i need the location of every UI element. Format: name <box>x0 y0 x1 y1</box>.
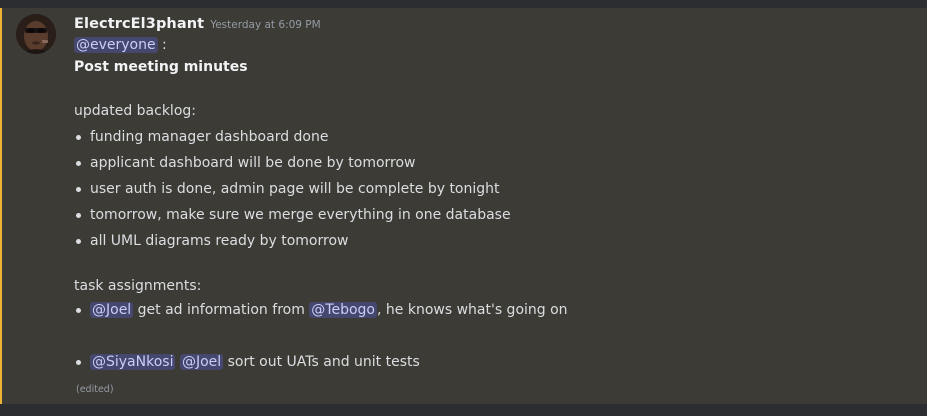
avatar-image <box>16 14 56 54</box>
message-content: ElectrcEl3phant Yesterday at 6:09 PM @eve… <box>74 12 914 401</box>
list-item: funding manager dashboard done <box>74 124 914 150</box>
task-text: sort out UATs and unit tests <box>223 354 420 370</box>
mention-joel[interactable]: @Joel <box>90 302 134 318</box>
message-highlighted[interactable]: ElectrcEl3phant Yesterday at 6:09 PM @eve… <box>0 8 927 404</box>
message-timestamp[interactable]: Yesterday at 6:09 PM <box>210 19 321 31</box>
mention-tebogo[interactable]: @Tebogo <box>309 302 377 318</box>
mention-siyankosi[interactable]: @SiyaNkosi <box>90 354 176 370</box>
list-item-task-2: @SiyaNkosi @Joel sort out UATs and unit … <box>74 349 914 375</box>
list-item: applicant dashboard will be done by tomo… <box>74 150 914 176</box>
message-header: ElectrcEl3phant Yesterday at 6:09 PM <box>74 12 914 34</box>
backlog-list: funding manager dashboard done applicant… <box>74 124 914 254</box>
mention-line: @everyone : <box>74 34 914 56</box>
mention-joel[interactable]: @Joel <box>179 354 224 370</box>
task-list: @SiyaNkosi @Joel sort out UATs and unit … <box>74 349 914 375</box>
list-item: user auth is done, admin page will be co… <box>74 176 914 202</box>
list-item-task-1: @Joel get ad information from @Tebogo, h… <box>74 297 914 323</box>
edited-label: (edited) <box>76 384 114 395</box>
tasks-heading: task assignments: <box>74 278 202 294</box>
task-text: get ad information from <box>133 302 310 318</box>
mention-highlight-bar <box>0 8 2 404</box>
mention-suffix: : <box>157 37 167 53</box>
author-name[interactable]: ElectrcEl3phant <box>74 16 204 32</box>
list-item: tomorrow, make sure we merge everything … <box>74 202 914 228</box>
message-title: Post meeting minutes <box>74 59 248 75</box>
channel-background-bottom <box>0 404 927 416</box>
task-list: @Joel get ad information from @Tebogo, h… <box>74 297 914 323</box>
list-item: all UML diagrams ready by tomorrow <box>74 228 914 254</box>
channel-background-top <box>0 0 927 8</box>
backlog-heading: updated backlog: <box>74 103 196 119</box>
task-text: , he knows what's going on <box>377 302 568 318</box>
avatar[interactable] <box>16 14 56 54</box>
mention-everyone[interactable]: @everyone <box>74 37 158 53</box>
message-body: @everyone : Post meeting minutes updated… <box>74 34 914 401</box>
